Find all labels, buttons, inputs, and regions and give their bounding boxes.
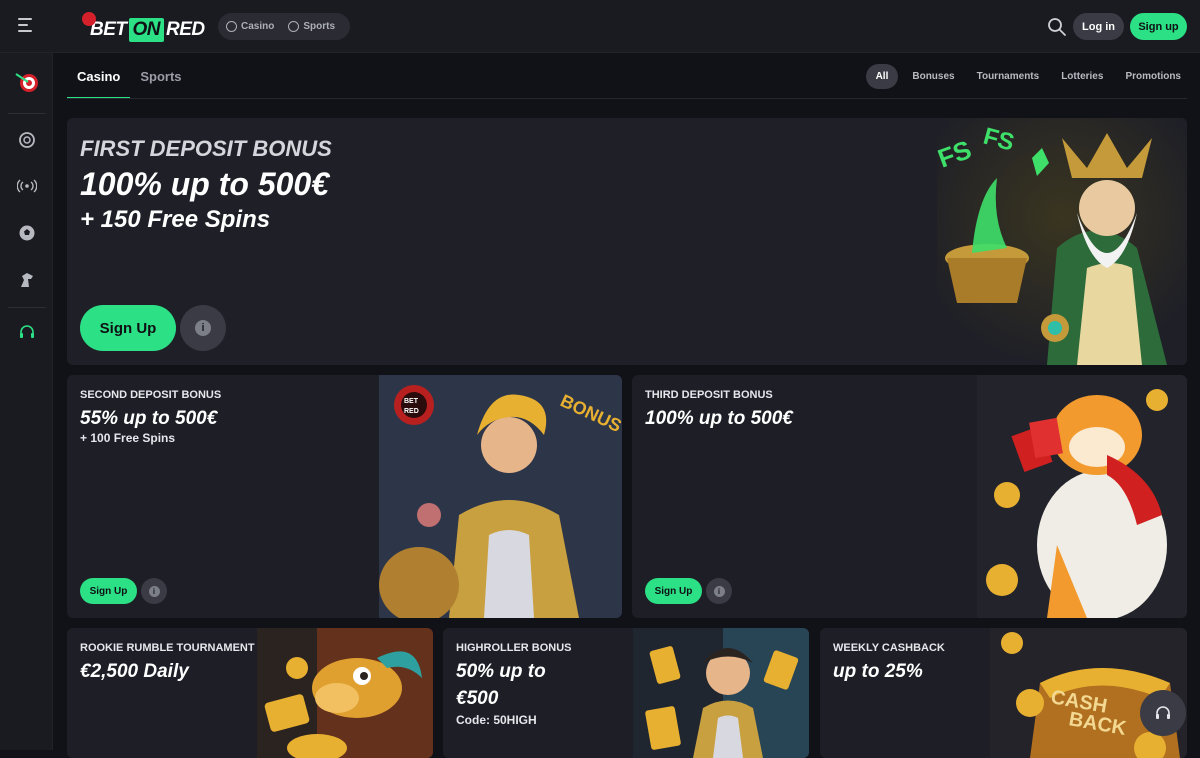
info-icon: i: [713, 585, 725, 597]
horse-racing-icon[interactable]: [14, 267, 40, 293]
dragon-character-image: [257, 628, 433, 758]
filter-lotteries[interactable]: Lotteries: [1053, 64, 1111, 89]
filter-tournaments[interactable]: Tournaments: [969, 64, 1048, 89]
warrior-character-image: [633, 628, 809, 758]
support-chat-button[interactable]: [1140, 690, 1186, 736]
promo-title: up to 25%: [833, 661, 923, 682]
promo-filters: All Bonuses Tournaments Lotteries Promot…: [865, 64, 1189, 89]
promo-card-first-deposit[interactable]: FIRST DEPOSIT BONUS 100% up to 500€ + 15…: [67, 118, 1187, 365]
promo-kicker: HIGHROLLER BONUS: [456, 642, 572, 654]
logo-dot: [82, 12, 96, 26]
dart-target-icon[interactable]: [14, 68, 40, 94]
logo-on-text: ON: [128, 18, 164, 42]
sidebar-divider: [8, 113, 46, 114]
promo-kicker: FIRST DEPOSIT BONUS: [80, 136, 332, 161]
promo-title: 100% up to 500€: [645, 408, 793, 429]
knight-character-image: BET RED BONUS: [379, 375, 622, 618]
promo-card-rookie-tournament[interactable]: ROOKIE RUMBLE TOURNAMENT €2,500 Daily: [67, 628, 433, 758]
tab-casino[interactable]: Casino: [67, 56, 131, 99]
signup-button[interactable]: Sign up: [1130, 13, 1187, 40]
promo-kicker: THIRD DEPOSIT BONUS: [645, 389, 773, 401]
info-icon: i: [195, 320, 211, 336]
promo-signup-button[interactable]: Sign Up: [80, 305, 176, 351]
menu-icon[interactable]: [18, 18, 36, 34]
promo-subtitle: + 100 Free Spins: [80, 431, 176, 445]
red-chip-text: RED: [404, 408, 419, 415]
search-icon[interactable]: [1047, 17, 1067, 37]
filter-all[interactable]: All: [865, 64, 899, 89]
sidebar: [0, 53, 53, 750]
promo-card-weekly-cashback[interactable]: WEEKLY CASHBACK up to 25% CASH BACK: [820, 628, 1187, 758]
wizard-character-image: FS FS: [934, 118, 1187, 365]
promo-card-highroller[interactable]: HIGHROLLER BONUS 50% up to €500 Code: 50…: [443, 628, 809, 758]
bet-chip-text: BET: [404, 398, 419, 405]
promo-signup-button[interactable]: Sign Up: [645, 578, 702, 604]
product-switch: Casino Sports: [218, 13, 350, 40]
switch-sports[interactable]: Sports: [288, 21, 335, 32]
promo-info-button[interactable]: i: [180, 305, 226, 351]
casino-chip-icon: [226, 21, 237, 32]
promo-kicker: WEEKLY CASHBACK: [833, 642, 945, 654]
promo-kicker: ROOKIE RUMBLE TOURNAMENT: [80, 642, 255, 654]
info-icon: i: [148, 585, 160, 597]
logo-bet-text: BET: [90, 19, 127, 40]
tabs-divider: [67, 98, 1187, 99]
soccer-ball-icon[interactable]: [14, 220, 40, 246]
filter-promotions[interactable]: Promotions: [1117, 64, 1189, 89]
promo-info-button[interactable]: i: [141, 578, 167, 604]
promo-title: 55% up to 500€: [80, 408, 218, 429]
sidebar-divider: [8, 307, 46, 308]
promo-info-button[interactable]: i: [706, 578, 732, 604]
switch-casino[interactable]: Casino: [226, 21, 274, 32]
filter-bonuses[interactable]: Bonuses: [904, 64, 962, 89]
section-tabs: Casino Sports: [67, 56, 192, 99]
promo-title-line2: €500: [456, 688, 499, 709]
promo-signup-button[interactable]: Sign Up: [80, 578, 137, 604]
login-button[interactable]: Log in: [1073, 13, 1124, 40]
switch-casino-label: Casino: [241, 21, 275, 32]
promo-kicker: SECOND DEPOSIT BONUS: [80, 389, 222, 401]
live-broadcast-icon[interactable]: [14, 173, 40, 199]
logo-red-text: RED: [166, 19, 205, 40]
promo-title: €2,500 Daily: [80, 661, 189, 682]
promo-card-third-deposit[interactable]: THIRD DEPOSIT BONUS 100% up to 500€ Sign…: [632, 375, 1187, 618]
promo-title-line1: 50% up to: [456, 661, 546, 682]
promo-title: 100% up to 500€: [80, 166, 329, 202]
support-headset-icon[interactable]: [14, 319, 40, 345]
promo-subtitle: + 150 Free Spins: [80, 206, 271, 233]
brand-logo[interactable]: BET ON RED: [80, 12, 205, 42]
casino-chip-icon[interactable]: [14, 127, 40, 153]
top-header: BET ON RED Casino Sports Log in Sign up: [0, 0, 1200, 53]
tab-sports[interactable]: Sports: [130, 56, 191, 99]
switch-sports-label: Sports: [303, 21, 336, 32]
headset-icon: [1156, 706, 1170, 719]
tiger-character-image: [977, 375, 1187, 618]
soccer-ball-icon: [288, 21, 300, 32]
promo-code: Code: 50HIGH: [456, 713, 537, 727]
promo-card-second-deposit[interactable]: SECOND DEPOSIT BONUS 55% up to 500€ + 10…: [67, 375, 622, 618]
